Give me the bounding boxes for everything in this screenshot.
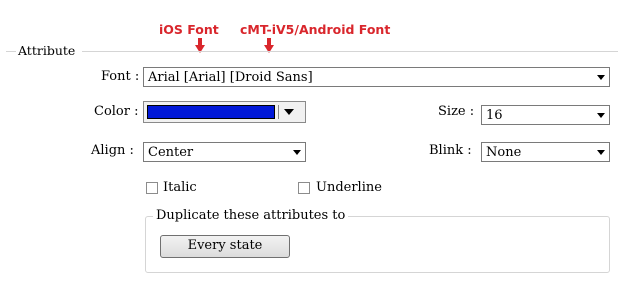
duplicate-title: Duplicate these attributes to — [153, 208, 349, 223]
color-swatch — [147, 105, 275, 119]
chevron-down-icon[interactable] — [593, 74, 609, 80]
blink-value: None — [486, 144, 522, 160]
attribute-group-title: Attribute — [18, 43, 76, 58]
group-border-left — [6, 51, 16, 52]
color-picker[interactable] — [143, 101, 306, 123]
align-label: Align : — [91, 143, 134, 158]
size-value: 16 — [486, 107, 503, 123]
font-label: Font : — [101, 69, 140, 84]
italic-label[interactable]: Italic — [163, 180, 197, 195]
font-value: Arial [Arial] [Droid Sans] — [148, 69, 313, 85]
size-combobox[interactable]: 16 — [481, 105, 610, 125]
blink-label: Blink : — [429, 143, 472, 158]
ios-font-arrow-icon — [195, 38, 205, 58]
underline-label[interactable]: Underline — [316, 180, 382, 195]
ios-font-annotation: iOS Font — [159, 22, 219, 37]
android-font-annotation: cMT-iV5/Android Font — [240, 22, 391, 37]
chevron-down-icon[interactable] — [593, 112, 609, 118]
size-label: Size : — [438, 104, 475, 119]
align-combobox[interactable]: Center — [143, 142, 306, 162]
group-border-top — [82, 51, 618, 52]
blink-combobox[interactable]: None — [481, 142, 610, 162]
color-dropdown-icon[interactable] — [279, 109, 299, 115]
every-state-button[interactable]: Every state — [160, 235, 290, 258]
color-label: Color : — [94, 104, 139, 119]
underline-checkbox[interactable] — [298, 182, 310, 194]
italic-checkbox[interactable] — [146, 182, 158, 194]
chevron-down-icon[interactable] — [593, 149, 609, 155]
align-value: Center — [148, 144, 194, 160]
android-font-arrow-icon — [264, 38, 274, 58]
chevron-down-icon[interactable] — [289, 149, 305, 155]
font-combobox[interactable]: Arial [Arial] [Droid Sans] — [143, 67, 610, 87]
